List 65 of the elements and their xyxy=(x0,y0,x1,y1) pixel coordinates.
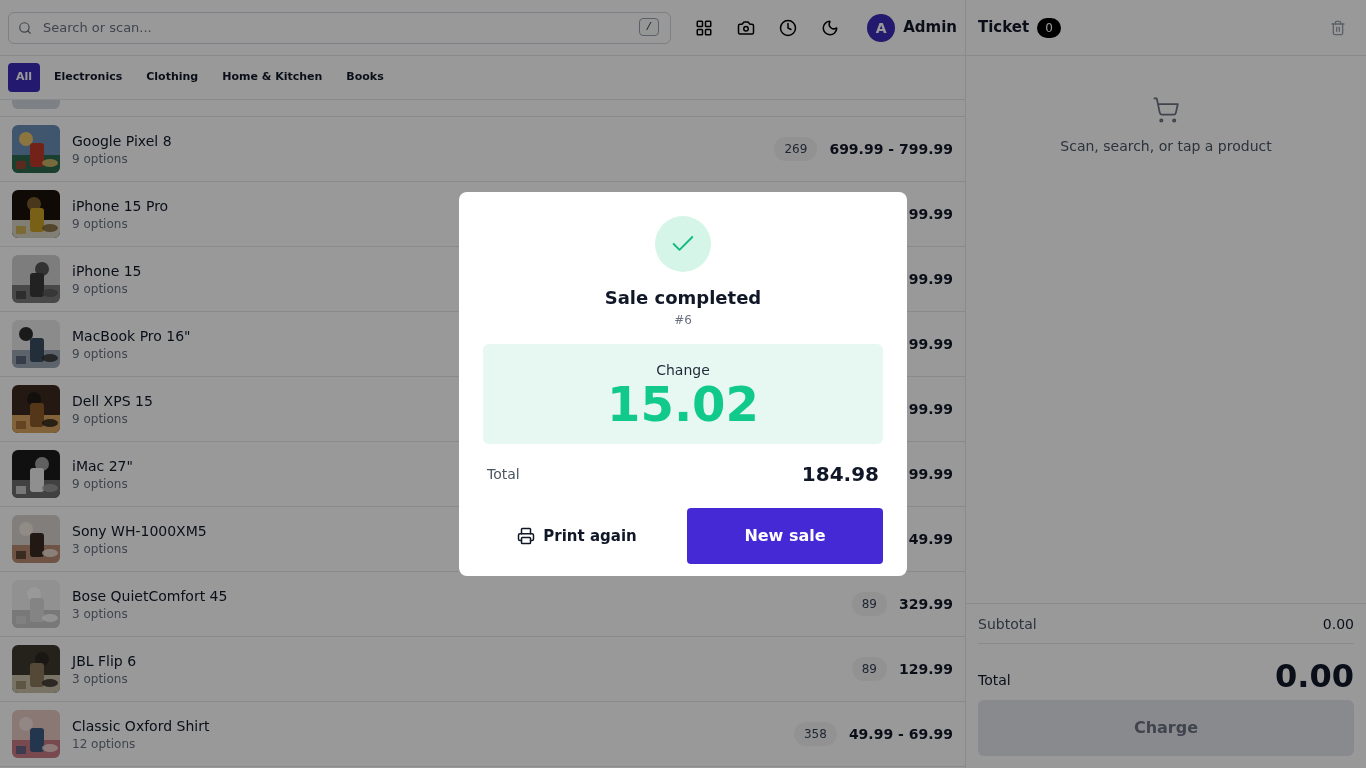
subtotal-value: 0.00 xyxy=(1322,614,1354,634)
product-price: 99.99 xyxy=(908,205,953,224)
product-price: 99.99 xyxy=(908,335,953,354)
product-options: 9 options xyxy=(72,151,172,167)
product-options: 9 options xyxy=(72,281,142,297)
grid-icon xyxy=(695,18,714,37)
stock-count: 358 xyxy=(793,722,837,746)
new-sale-button[interactable]: New sale xyxy=(687,508,883,564)
product-price: 129.99 xyxy=(898,660,953,679)
product-name: JBL Flip 6 xyxy=(72,652,137,671)
category-tab[interactable]: Books xyxy=(336,63,394,92)
clock-icon xyxy=(779,18,798,37)
avatar[interactable]: A xyxy=(867,13,896,42)
subtotal-label: Subtotal xyxy=(978,614,1037,634)
ticket-count: 0 xyxy=(1037,17,1061,38)
user-name[interactable]: Admin xyxy=(903,16,957,39)
product-price: 49.99 - 69.99 xyxy=(848,725,953,744)
search-icon xyxy=(18,20,32,35)
product-name: Bose QuietComfort 45 xyxy=(72,587,228,606)
total-label: Total xyxy=(978,671,1011,690)
product-options: 9 options xyxy=(72,411,153,427)
dialog-total-value: 184.98 xyxy=(801,461,879,488)
ticket-title: Ticket xyxy=(978,17,1030,39)
product-options: 3 options xyxy=(72,606,228,622)
total-value: 0.00 xyxy=(1275,660,1354,692)
product-name: Dell XPS 15 xyxy=(72,392,153,411)
stock-count: 269 xyxy=(774,137,818,161)
category-tab[interactable]: Clothing xyxy=(136,63,209,92)
empty-message: Scan, search, or tap a product xyxy=(1060,137,1272,156)
product-price: 49.99 xyxy=(908,530,953,549)
product-name: iMac 27" xyxy=(72,457,133,476)
moon-icon xyxy=(821,18,840,37)
product-name: Classic Oxford Shirt xyxy=(72,717,210,736)
product-price: 99.99 xyxy=(908,465,953,484)
product-options: 3 options xyxy=(72,671,137,687)
product-name: iPhone 15 xyxy=(72,262,142,281)
product-options: 12 options xyxy=(72,736,210,752)
category-tab[interactable]: Home & Kitchen xyxy=(212,63,333,92)
product-options: 9 options xyxy=(72,476,133,492)
product-name: Google Pixel 8 xyxy=(72,132,172,151)
product-price: 329.99 xyxy=(898,595,953,614)
category-tab[interactable]: Electronics xyxy=(44,63,133,92)
print-again-button[interactable]: Print again xyxy=(483,508,671,564)
cart-icon xyxy=(1152,96,1180,124)
product-price: 99.99 xyxy=(908,400,953,419)
change-value: 15.02 xyxy=(607,380,759,428)
product-name: iPhone 15 Pro xyxy=(72,197,169,216)
camera-icon xyxy=(737,18,756,37)
sale-number: #6 xyxy=(674,312,692,328)
dialog-title: Sale completed xyxy=(604,286,762,310)
product-options: 9 options xyxy=(72,346,191,362)
dialog-total-label: Total xyxy=(487,465,520,484)
printer-icon xyxy=(517,527,536,545)
product-name: MacBook Pro 16" xyxy=(72,327,191,346)
product-options: 9 options xyxy=(72,216,169,232)
product-price: 99.99 xyxy=(908,270,953,289)
product-name: Sony WH-1000XM5 xyxy=(72,522,207,541)
product-price: 699.99 - 799.99 xyxy=(829,140,953,159)
change-label: Change xyxy=(656,361,710,380)
product-options: 3 options xyxy=(72,541,207,557)
category-tab[interactable]: All xyxy=(8,63,41,92)
stock-count: 89 xyxy=(851,592,887,616)
shortcut-key: / xyxy=(638,17,660,36)
product-thumbnail xyxy=(12,100,60,109)
stock-count: 89 xyxy=(851,657,887,681)
